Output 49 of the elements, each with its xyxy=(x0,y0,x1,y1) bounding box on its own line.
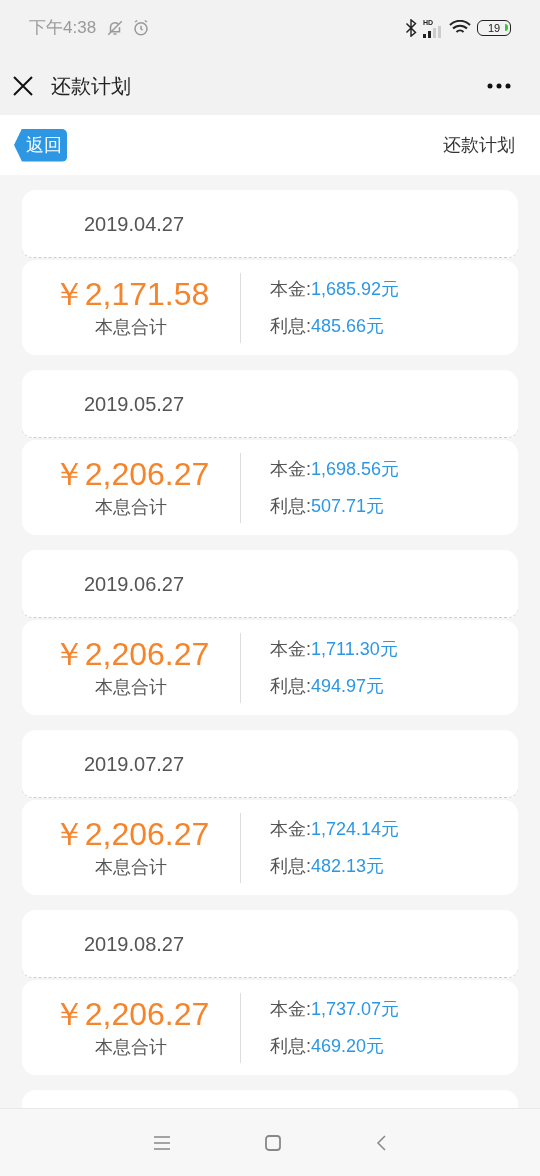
status-time: 下午4:38 xyxy=(29,17,97,40)
signal-icon xyxy=(423,25,443,38)
total-label: 本息合计 xyxy=(95,316,167,339)
principal-value: 1,724.14元 xyxy=(311,817,400,841)
principal-label: 本金: xyxy=(270,277,311,301)
close-icon[interactable] xyxy=(13,75,33,96)
total-label: 本息合计 xyxy=(95,496,167,519)
page-title: 还款计划 xyxy=(51,73,131,99)
interest-label: 利息: xyxy=(270,1034,311,1058)
total-label: 本息合计 xyxy=(95,856,167,879)
interest-value: 482.13元 xyxy=(311,854,385,878)
total-amount: ￥2,171.58 xyxy=(52,275,210,314)
due-date: 2019.07.27 xyxy=(84,751,185,777)
due-date: 2019.05.27 xyxy=(84,391,185,417)
bluetooth-icon xyxy=(405,19,417,37)
principal-value: 1,698.56元 xyxy=(311,457,400,481)
principal-label: 本金: xyxy=(270,997,311,1021)
principal-label: 本金: xyxy=(270,637,311,661)
more-icon[interactable] xyxy=(487,82,511,89)
interest-label: 利息: xyxy=(270,674,311,698)
total-amount: ￥2,206.27 xyxy=(52,815,210,854)
bell-off-icon xyxy=(106,19,125,37)
due-date: 2019.04.27 xyxy=(84,211,185,237)
principal-value: 1,737.07元 xyxy=(311,997,400,1021)
interest-value: 469.20元 xyxy=(311,1034,385,1058)
principal-label: 本金: xyxy=(270,817,311,841)
principal-value: 1,685.92元 xyxy=(311,277,400,301)
interest-label: 利息: xyxy=(270,314,311,338)
interest-value: 494.97元 xyxy=(311,674,385,698)
total-amount: ￥2,206.27 xyxy=(52,455,210,494)
alarm-icon xyxy=(132,19,151,37)
total-label: 本息合计 xyxy=(95,676,167,699)
total-amount: ￥2,206.27 xyxy=(52,995,210,1034)
total-amount: ￥2,206.27 xyxy=(52,635,210,674)
total-label: 本息合计 xyxy=(95,1036,167,1059)
back-button[interactable]: 返回 xyxy=(14,128,67,162)
interest-value: 485.66元 xyxy=(311,314,385,338)
interest-label: 利息: xyxy=(270,854,311,878)
battery-icon: 19 xyxy=(477,20,511,36)
due-date: 2019.06.27 xyxy=(84,571,185,597)
interest-label: 利息: xyxy=(270,494,311,518)
section-title: 还款计划 xyxy=(443,133,515,157)
due-date: 2019.08.27 xyxy=(84,931,185,957)
home-icon[interactable] xyxy=(265,1134,281,1151)
menu-icon[interactable] xyxy=(154,1135,170,1150)
interest-value: 507.71元 xyxy=(311,494,385,518)
principal-value: 1,711.30元 xyxy=(311,637,398,661)
back-icon[interactable] xyxy=(376,1134,386,1151)
principal-label: 本金: xyxy=(270,457,311,481)
